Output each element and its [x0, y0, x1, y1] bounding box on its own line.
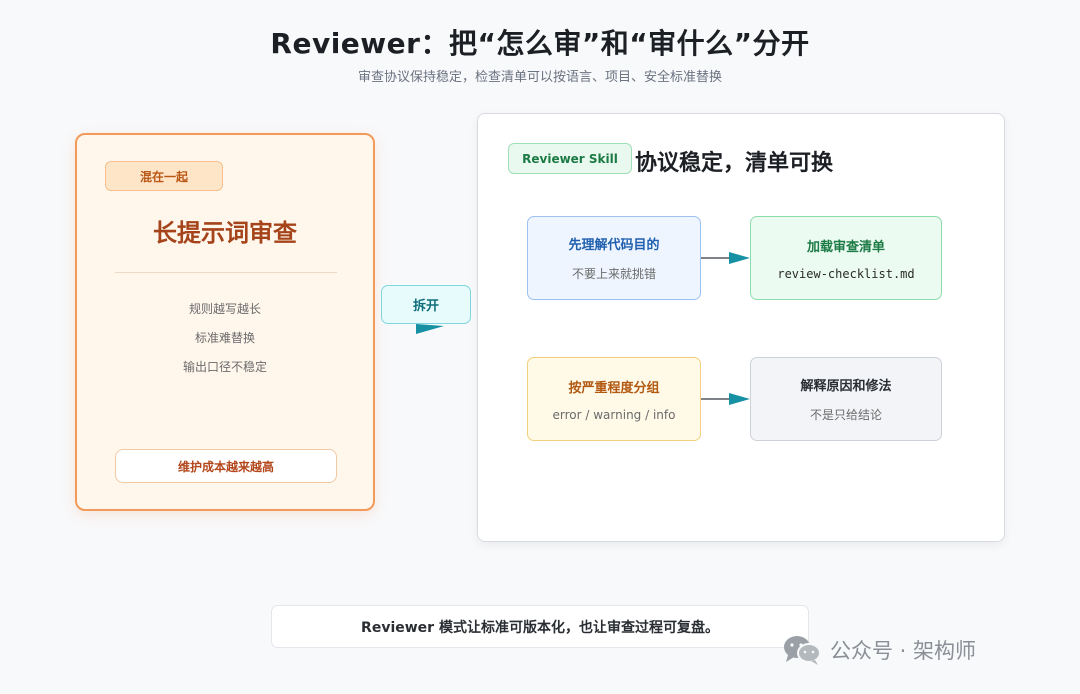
wechat-icon [784, 636, 821, 665]
node-title: 按严重程度分组 [568, 380, 660, 396]
wechat-watermark: 公众号 · 架构师 [782, 634, 976, 666]
node-subtitle: 不要上来就挑错 [571, 267, 656, 281]
node-title: 加载审查清单 [806, 239, 885, 255]
left-card-mixed: 混在一起 长提示词审查 规则越写越长 标准难替换 输出口径不稳定 维护成本越来越… [75, 133, 375, 511]
reviewer-skill-badge: Reviewer Skill [508, 143, 632, 174]
page-subtitle: 审查协议保持稳定，检查清单可以按语言、项目、安全标准替换 [357, 70, 722, 85]
node-group-severity: 按严重程度分组 error / warning / info [527, 357, 701, 441]
node-title: 先理解代码目的 [568, 238, 660, 253]
mixed-badge: 混在一起 [105, 161, 223, 191]
right-card-title: 协议稳定，清单可换 [635, 151, 834, 176]
arrow-right-icon [701, 393, 750, 405]
footer-note: Reviewer 模式让标准可版本化，也让审查过程可复盘。 [271, 605, 809, 648]
split-badge: 拆开 [381, 285, 471, 324]
split-arrow-icon [416, 324, 444, 334]
right-card-skill: Reviewer Skill 协议稳定，清单可换 先理解代码目的 不要上来就挑错… [477, 113, 1005, 542]
page-title: Reviewer：把“怎么审”和“审什么”分开 [270, 27, 810, 60]
left-card-title: 长提示词审查 [153, 219, 297, 247]
arrow-right-icon [701, 252, 750, 264]
node-subtitle: review-checklist.md [777, 266, 915, 281]
left-divider [115, 272, 337, 273]
left-item: 标准难替换 [194, 331, 255, 345]
node-subtitle: error / warning / info [552, 407, 676, 422]
left-item: 规则越写越长 [188, 302, 261, 316]
node-explain-fix: 解释原因和修法 不是只给结论 [750, 357, 942, 441]
left-item: 输出口径不稳定 [182, 360, 267, 374]
node-understand-purpose: 先理解代码目的 不要上来就挑错 [527, 216, 701, 300]
node-subtitle: 不是只给结论 [809, 408, 882, 422]
node-load-checklist: 加载审查清单 review-checklist.md [750, 216, 942, 300]
watermark-text: 公众号 · 架构师 [830, 639, 977, 663]
node-title: 解释原因和修法 [800, 379, 892, 394]
maintenance-cost-note: 维护成本越来越高 [115, 449, 337, 483]
